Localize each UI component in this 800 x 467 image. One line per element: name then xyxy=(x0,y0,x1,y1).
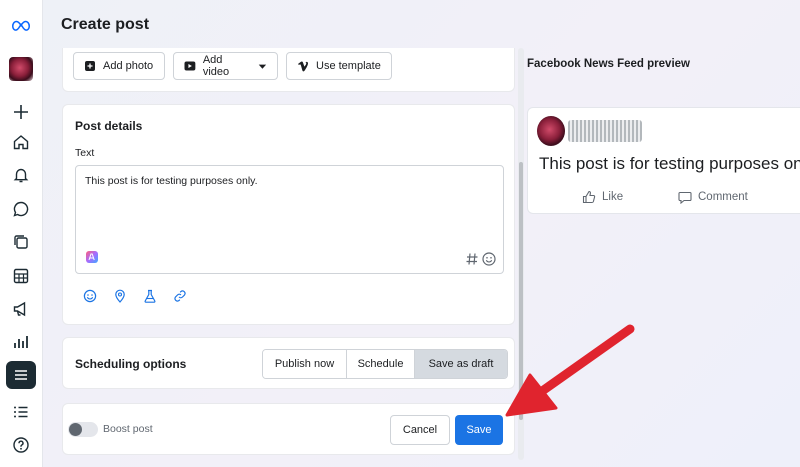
preview-post-text: This post is for testing purposes only. xyxy=(539,154,800,173)
chat-icon[interactable] xyxy=(8,196,34,222)
flask-icon[interactable] xyxy=(143,289,157,303)
megaphone-icon[interactable] xyxy=(8,296,34,322)
save-button[interactable]: Save xyxy=(455,415,503,445)
vimeo-icon xyxy=(298,61,308,72)
avatar xyxy=(9,57,33,81)
insights-icon[interactable] xyxy=(8,329,34,355)
like-label: Like xyxy=(602,191,624,203)
scheduling-card: Scheduling options Publish now Schedule … xyxy=(62,337,515,389)
caret-down-icon xyxy=(258,64,267,69)
use-template-label: Use template xyxy=(316,60,381,72)
add-photo-label: Add photo xyxy=(103,60,154,72)
home-icon[interactable] xyxy=(8,129,34,155)
save-as-draft-option[interactable]: Save as draft xyxy=(415,350,507,378)
post-text-value: This post is for testing purposes only. xyxy=(85,175,258,187)
comment-icon xyxy=(678,191,692,204)
plus-icon[interactable] xyxy=(8,99,34,125)
preview-avatar xyxy=(537,116,565,146)
boost-post-label: Boost post xyxy=(103,423,153,435)
pages-icon[interactable] xyxy=(8,229,34,255)
link-icon[interactable] xyxy=(173,289,187,303)
scrollbar-thumb[interactable] xyxy=(519,162,523,420)
comment-label: Comment xyxy=(698,191,748,203)
ai-assist-icon[interactable] xyxy=(85,250,99,264)
boost-post-toggle[interactable] xyxy=(68,422,98,437)
add-photo-button[interactable]: Add photo xyxy=(73,52,165,80)
bell-icon[interactable] xyxy=(8,162,34,188)
blurred-page-name xyxy=(568,120,642,142)
feeling-icon[interactable] xyxy=(83,289,97,303)
sidebar xyxy=(0,0,43,467)
use-template-button[interactable]: Use template xyxy=(286,52,392,80)
help-icon[interactable] xyxy=(8,432,34,458)
scheduling-title: Scheduling options xyxy=(75,357,187,371)
meta-logo-icon[interactable] xyxy=(8,13,34,39)
schedule-option[interactable]: Schedule xyxy=(347,350,415,378)
post-text-input[interactable]: This post is for testing purposes only. xyxy=(75,165,504,274)
publish-now-option[interactable]: Publish now xyxy=(263,350,347,378)
preview-title: Facebook News Feed preview xyxy=(527,58,690,70)
location-icon[interactable] xyxy=(113,289,127,303)
list-icon[interactable] xyxy=(8,399,34,425)
media-card: Add photo Add video Use template xyxy=(62,48,515,92)
thumbs-up-icon xyxy=(582,190,596,204)
page-title: Create post xyxy=(61,16,150,33)
hashtag-icon[interactable] xyxy=(465,252,479,266)
add-video-button[interactable]: Add video xyxy=(173,52,278,80)
scheduling-segmented-control: Publish now Schedule Save as draft xyxy=(262,349,508,379)
page-avatar[interactable] xyxy=(8,56,34,82)
menu-icon[interactable] xyxy=(6,361,36,389)
preview-post-card: This post is for testing purposes only. … xyxy=(527,107,800,214)
post-details-card: Post details Text This post is for testi… xyxy=(62,104,515,325)
table-icon[interactable] xyxy=(8,263,34,289)
text-label: Text xyxy=(75,147,95,159)
add-video-label: Add video xyxy=(202,54,230,78)
cancel-button[interactable]: Cancel xyxy=(390,415,450,445)
photo-plus-icon xyxy=(85,61,95,71)
video-icon xyxy=(184,61,196,71)
preview-comment-button: Comment xyxy=(678,190,748,204)
preview-like-button: Like xyxy=(582,190,623,204)
post-details-title: Post details xyxy=(75,119,143,133)
emoji-icon[interactable] xyxy=(482,252,496,266)
